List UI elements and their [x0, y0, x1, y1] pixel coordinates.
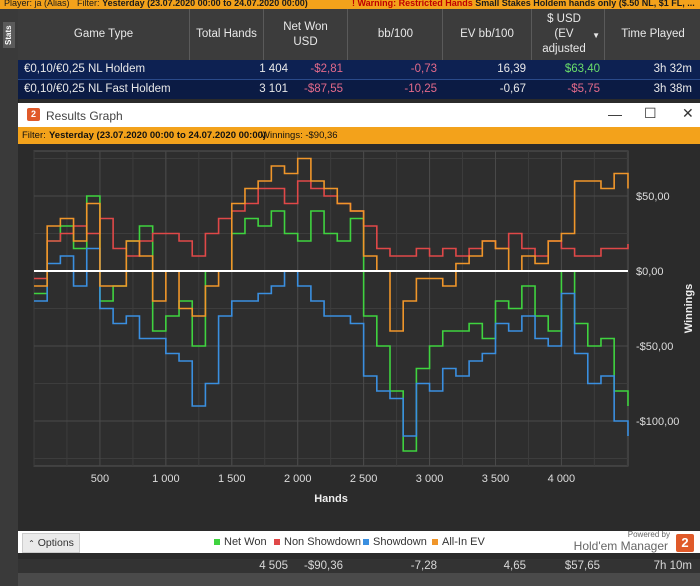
col-ev-bb100[interactable]: EV bb/100	[443, 9, 532, 60]
col-time-played[interactable]: Time Played	[606, 9, 700, 60]
powered-by-text: Powered by	[627, 530, 670, 539]
legend-label: Net Won	[224, 536, 267, 548]
legend-swatch	[274, 539, 280, 546]
col-total-hands[interactable]: Total Hands	[190, 9, 264, 60]
y-axis-label: Winnings	[683, 284, 695, 333]
player-label: Player: ja (Alias)	[4, 0, 70, 8]
chevron-up-icon: ⌃	[28, 539, 35, 548]
x-axis-label: Hands	[314, 493, 348, 505]
x-tick-label: 2 500	[350, 473, 378, 485]
chart-area: 500 1 000 1 500 2 000 2 500 3 000 3 500 4 000 $5…	[18, 144, 700, 534]
y-tick-label: -$50,00	[636, 341, 673, 353]
col-game-type[interactable]: Game Type	[18, 9, 190, 60]
cell-evbb: 16,39	[497, 63, 526, 75]
legend-label: Non Showdown	[284, 536, 362, 548]
cell-game: €0,10/€0,25 NL Fast Holdem	[24, 83, 171, 95]
maximize-icon[interactable]: ☐	[644, 105, 657, 122]
stats-tab[interactable]: Stats	[3, 22, 15, 48]
table-row[interactable]: €0,10/€0,25 NL Holdem 1 404 -$2,81 -0,73…	[18, 60, 700, 80]
x-tick-label: 3 500	[482, 473, 510, 485]
total-ev-usd: $57,65	[564, 560, 600, 572]
results-chart: 500 1 000 1 500 2 000 2 500 3 000 3 500 4 000 $5…	[33, 150, 695, 505]
legend-swatch	[432, 539, 438, 546]
winnings-label: Winnings: -$90,36	[261, 130, 338, 141]
warning-label: Warning: Restricted Hands	[357, 0, 473, 8]
filter-label: Filter:	[77, 0, 100, 8]
table-row[interactable]: €0,10/€0,25 NL Fast Holdem 3 101 -$87,55…	[18, 80, 700, 99]
app-logo-icon: 2	[27, 108, 40, 121]
y-tick-label: $50,00	[636, 191, 670, 203]
warning-icon: !	[352, 0, 355, 8]
brand-name: Hold'em Manager	[573, 539, 668, 553]
y-tick-label: -$100,00	[636, 416, 679, 428]
legend-net-won[interactable]: Net Won	[214, 536, 267, 548]
cell-game: €0,10/€0,25 NL Holdem	[24, 63, 146, 75]
graph-filter-label: Filter:	[22, 130, 46, 141]
legend-swatch	[363, 539, 369, 546]
cell-evbb: -0,67	[499, 83, 526, 95]
y-tick-label: $0,00	[636, 266, 664, 278]
cell-net: -$2,81	[310, 63, 343, 75]
totals-row: 4 505 -$90,36 -7,28 4,65 $57,65 7h 10m	[18, 559, 700, 573]
legend-all-in-ev[interactable]: All-In EV	[432, 536, 485, 548]
x-tick-label: 3 000	[416, 473, 444, 485]
window-title: Results Graph	[46, 109, 123, 123]
col-ev-usd-label: $ USD (EV adjusted	[542, 13, 586, 55]
legend-non-showdown[interactable]: Non Showdown	[274, 536, 361, 548]
options-button[interactable]: ⌃ Options	[22, 533, 80, 553]
chart-legend-bar: ⌃ Options Net Won Non Showdown Showdown …	[18, 530, 700, 553]
side-tab-strip: Stats	[0, 9, 19, 586]
cell-ev-usd: $63,40	[564, 63, 600, 75]
player-filter-text: Player: ja (Alias) Filter: Yesterday (23…	[4, 0, 308, 8]
cell-time: 3h 38m	[653, 83, 692, 95]
window-titlebar[interactable]: 2 Results Graph — ☐ ✕	[18, 103, 700, 127]
warning-detail: Small Stakes Holdem hands only ($.50 NL,…	[475, 0, 695, 8]
graph-filter-bar: Filter: Yesterday (23.07.2020 00:00 to 2…	[18, 127, 700, 144]
total-time: 7h 10m	[653, 560, 692, 572]
cell-time: 3h 32m	[653, 63, 692, 75]
top-status-bar: Player: ja (Alias) Filter: Yesterday (23…	[0, 0, 700, 9]
cell-bb100: -0,73	[410, 63, 437, 75]
x-tick-label: 500	[91, 473, 109, 485]
close-icon[interactable]: ✕	[682, 105, 694, 122]
col-net-won[interactable]: Net Won USD	[264, 9, 348, 60]
hm2-logo-icon: 2	[676, 534, 694, 552]
x-tick-label: 2 000	[284, 473, 312, 485]
options-label: Options	[37, 537, 74, 549]
total-evbb: 4,65	[503, 560, 526, 572]
x-tick-label: 1 000	[152, 473, 180, 485]
cell-bb100: -10,25	[404, 83, 437, 95]
minimize-icon[interactable]: —	[608, 106, 622, 122]
graph-filter-value: Yesterday (23.07.2020 00:00 to 24.07.202…	[49, 130, 267, 141]
total-net: -$90,36	[303, 560, 343, 572]
stats-table-header: Game Type Total Hands Net Won USD bb/100…	[18, 9, 700, 60]
legend-showdown[interactable]: Showdown	[363, 536, 427, 548]
col-ev-usd[interactable]: $ USD (EV adjusted ▼	[532, 9, 605, 60]
totals-bar: 4 505 -$90,36 -7,28 4,65 $57,65 7h 10m	[18, 559, 700, 573]
total-bb100: -7,28	[410, 560, 437, 572]
legend-label: Showdown	[373, 536, 427, 548]
stats-table-body: €0,10/€0,25 NL Holdem 1 404 -$2,81 -0,73…	[18, 60, 700, 99]
sort-desc-icon: ▼	[592, 31, 600, 40]
legend-label: All-In EV	[442, 536, 485, 548]
cell-net: -$87,55	[303, 83, 343, 95]
legend-swatch	[214, 539, 220, 546]
restricted-warning: ! Warning: Restricted Hands Small Stakes…	[352, 0, 695, 8]
x-tick-label: 1 500	[218, 473, 246, 485]
col-bb100[interactable]: bb/100	[349, 9, 443, 60]
results-graph-window: 2 Results Graph — ☐ ✕ Filter: Yesterday …	[18, 103, 700, 559]
x-tick-label: 4 000	[548, 473, 576, 485]
filter-value: Yesterday (23.07.2020 00:00 to 24.07.202…	[102, 0, 308, 8]
cell-ev-usd: -$5,75	[567, 83, 600, 95]
horizontal-scrollbar[interactable]	[18, 573, 700, 586]
